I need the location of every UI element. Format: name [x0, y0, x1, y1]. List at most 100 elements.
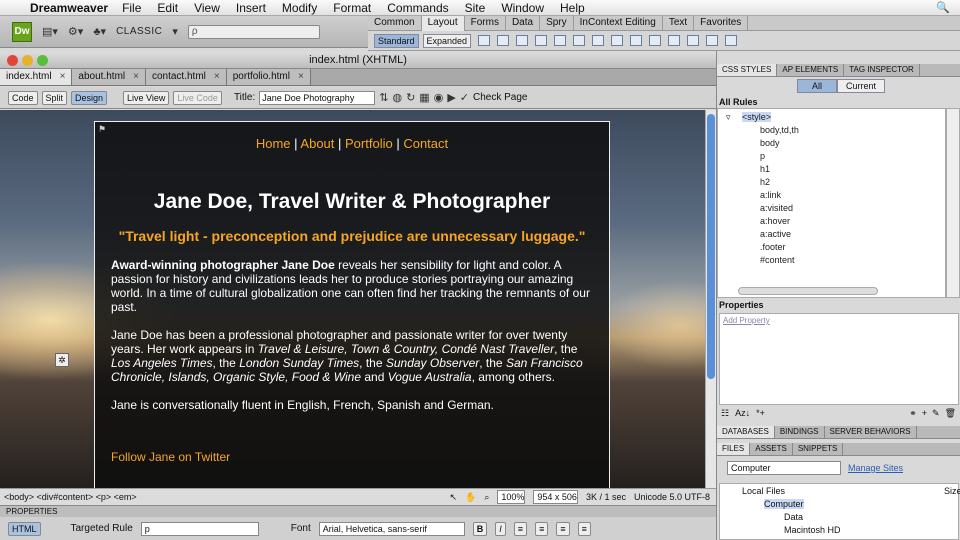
insert-frame-icon[interactable]: [668, 35, 681, 46]
nav-link-home[interactable]: Home: [256, 136, 291, 151]
menu-window[interactable]: Window: [501, 1, 544, 15]
alpha-view-icon[interactable]: Az↓: [735, 408, 750, 419]
check-page-button[interactable]: Check Page: [473, 92, 527, 103]
page-heading[interactable]: Jane Doe, Travel Writer & Photographer: [95, 190, 609, 214]
insert-div-icon[interactable]: [478, 35, 491, 46]
tab-forms[interactable]: Forms: [465, 16, 506, 31]
page-quote[interactable]: "Travel light - preconception and prejud…: [95, 228, 609, 244]
design-view-button[interactable]: Design: [71, 90, 108, 105]
attach-stylesheet-icon[interactable]: ⚭: [909, 408, 917, 419]
insert-window-icon[interactable]: [706, 35, 719, 46]
files-tree[interactable]: Local Files Size Computer Data Macintosh…: [719, 483, 960, 540]
menu-view[interactable]: View: [194, 1, 220, 15]
targeted-rule-select[interactable]: p: [140, 521, 259, 536]
local-files-header[interactable]: Local Files: [742, 486, 785, 496]
insert-spry-menu-icon[interactable]: [535, 35, 548, 46]
insert-iframe-icon[interactable]: [611, 35, 624, 46]
live-code-button[interactable]: Live Code: [173, 90, 222, 105]
view-options-icon[interactable]: ▦: [419, 91, 429, 104]
tab-files[interactable]: FILES: [717, 443, 751, 455]
tab-spry[interactable]: Spry: [540, 16, 574, 31]
menu-file[interactable]: File: [122, 1, 141, 15]
rule-item[interactable]: a:hover: [760, 216, 790, 226]
tab-ap-elements[interactable]: AP ELEMENTS: [777, 64, 845, 76]
select-tool-icon[interactable]: ↖: [450, 492, 458, 503]
all-rules-button[interactable]: All: [797, 79, 838, 93]
site-location-select[interactable]: Computer: [727, 461, 841, 475]
hand-tool-icon[interactable]: ✋: [465, 492, 476, 503]
visual-aids-icon[interactable]: ◉: [434, 91, 444, 104]
menu-insert[interactable]: Insert: [236, 1, 266, 15]
tab-data[interactable]: Data: [506, 16, 541, 31]
window-size-select[interactable]: 954 x 506: [533, 490, 578, 504]
nav-link-about[interactable]: About: [300, 136, 334, 151]
properties-header[interactable]: PROPERTIES: [0, 505, 716, 517]
layout-icon[interactable]: ▤▾: [42, 25, 58, 38]
tree-toggle-icon[interactable]: ▿: [726, 112, 731, 123]
tab-layout[interactable]: Layout: [421, 16, 465, 31]
validate-icon[interactable]: ▶: [447, 91, 455, 104]
tab-bindings[interactable]: BINDINGS: [775, 426, 825, 438]
insert-grid-icon[interactable]: [649, 35, 662, 46]
tag-selector[interactable]: <body> <div#content> <p> <em>: [4, 492, 137, 502]
insert-misc-icon[interactable]: [687, 35, 700, 46]
nav-link-portfolio[interactable]: Portfolio: [345, 136, 393, 151]
close-icon[interactable]: ×: [214, 71, 220, 82]
menu-format[interactable]: Format: [333, 1, 371, 15]
file-item-data[interactable]: Data: [784, 512, 803, 522]
rule-item[interactable]: h1: [760, 164, 770, 174]
insert-collapsible-icon[interactable]: [592, 35, 605, 46]
canvas-scrollbar[interactable]: [705, 110, 716, 488]
rule-item[interactable]: a:visited: [760, 203, 793, 213]
size-header[interactable]: Size: [944, 486, 960, 496]
tab-text[interactable]: Text: [663, 16, 695, 31]
preview-browser-icon[interactable]: ◍: [392, 91, 402, 104]
rule-item[interactable]: #content: [760, 255, 795, 265]
close-icon[interactable]: ×: [60, 71, 66, 82]
page-title-input[interactable]: Jane Doe Photography: [259, 90, 376, 105]
rule-item[interactable]: p: [760, 151, 765, 161]
insert-accordion-icon[interactable]: [573, 35, 586, 46]
bio-paragraph[interactable]: Jane Doe has been a professional photogr…: [111, 328, 593, 384]
nav-link-contact[interactable]: Contact: [403, 136, 448, 151]
align-center-button[interactable]: ≡: [535, 521, 549, 536]
code-view-button[interactable]: Code: [8, 90, 38, 105]
tab-css-styles[interactable]: CSS STYLES: [717, 64, 778, 76]
standard-mode-button[interactable]: Standard: [374, 33, 419, 48]
close-icon[interactable]: ×: [298, 71, 304, 82]
site-icon[interactable]: ♣▾: [93, 25, 106, 38]
insert-table-icon[interactable]: [516, 35, 529, 46]
rule-item[interactable]: body,td,th: [760, 125, 799, 135]
tab-server-behaviors[interactable]: SERVER BEHAVIORS: [825, 426, 917, 438]
new-rule-icon[interactable]: +: [922, 408, 927, 419]
insert-ap-div-icon[interactable]: [497, 35, 510, 46]
delete-rule-icon[interactable]: 🗑: [945, 408, 956, 419]
file-item-macintosh-hd[interactable]: Macintosh HD: [784, 525, 841, 535]
rules-scrollbar[interactable]: [946, 108, 960, 298]
close-icon[interactable]: ×: [133, 71, 139, 82]
align-left-button[interactable]: ≡: [513, 521, 528, 536]
close-window-button[interactable]: [7, 55, 18, 66]
split-view-button[interactable]: Split: [41, 90, 68, 105]
file-tab-contact[interactable]: contact.html ×: [145, 69, 227, 85]
workspace-dropdown-icon[interactable]: ▾: [172, 25, 178, 38]
manage-sites-link[interactable]: Manage Sites: [848, 463, 903, 473]
menu-commands[interactable]: Commands: [387, 1, 448, 15]
category-view-icon[interactable]: ☷: [721, 408, 729, 419]
insert-frames-icon[interactable]: [630, 35, 643, 46]
justify-button[interactable]: ≡: [577, 521, 591, 536]
horizontal-scrollbar[interactable]: [738, 287, 878, 295]
design-view-canvas[interactable]: ✲ ⚑ Home | About | Portfolio | Contact J…: [0, 110, 705, 488]
css-properties-list[interactable]: Add Property: [719, 313, 959, 405]
menu-modify[interactable]: Modify: [282, 1, 317, 15]
menu-edit[interactable]: Edit: [157, 1, 178, 15]
refresh-icon[interactable]: ↻: [406, 91, 415, 104]
tab-databases[interactable]: DATABASES: [717, 426, 775, 438]
set-properties-icon[interactable]: *+: [756, 408, 765, 419]
zoom-select[interactable]: 100%: [497, 490, 526, 504]
zoom-window-button[interactable]: [37, 55, 48, 66]
languages-paragraph[interactable]: Jane is conversationally fluent in Engli…: [111, 398, 593, 412]
intro-paragraph[interactable]: Award-winning photographer Jane Doe reve…: [111, 258, 593, 314]
insert-spry-panels-icon[interactable]: [554, 35, 567, 46]
expanded-mode-button[interactable]: Expanded: [422, 33, 472, 48]
